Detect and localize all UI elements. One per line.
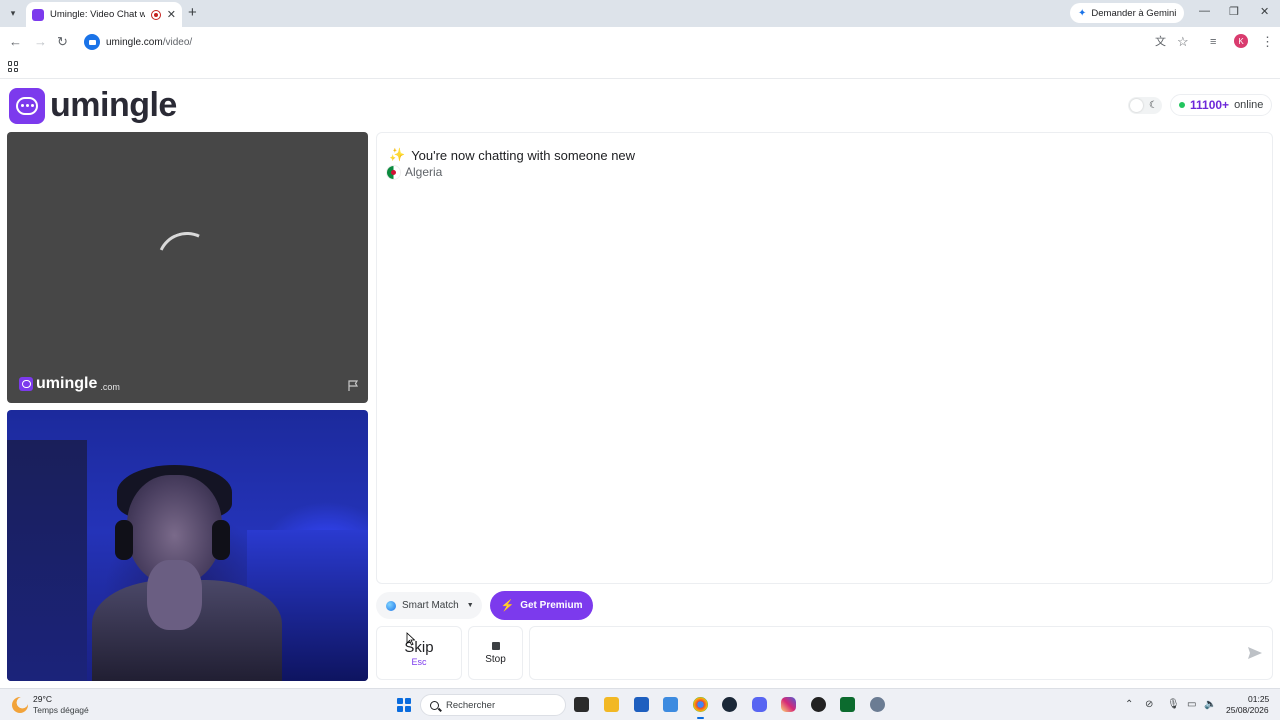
umingle-watermark: umingle .com — [19, 375, 120, 393]
bookmarks-bar — [0, 57, 1280, 79]
send-icon[interactable] — [1247, 646, 1263, 660]
match-mode-dropdown[interactable]: Smart Match ▼ — [376, 592, 482, 619]
weather-description[interactable]: Temps dégagé — [33, 705, 89, 715]
moon-icon: ☾ — [1149, 100, 1158, 111]
online-count: 11100+ — [1190, 98, 1230, 112]
watermark-domain: .com — [100, 381, 120, 392]
partner-country-label: Algeria — [405, 165, 443, 179]
chat-bubble-logo-icon — [9, 87, 45, 124]
recording-indicator-icon — [150, 9, 161, 20]
search-icon — [430, 700, 439, 710]
microphone-icon[interactable]: 🎙 — [1167, 699, 1180, 710]
watermark-text: umingle — [36, 375, 98, 392]
close-tab-icon[interactable]: ✕ — [167, 8, 176, 21]
message-input[interactable] — [529, 626, 1273, 680]
translate-icon[interactable]: ⽂ — [1155, 34, 1166, 50]
headphone-left — [115, 520, 133, 560]
match-mode-label: Smart Match — [402, 600, 459, 611]
windows-taskbar: 29°C Temps dégagé Rechercher ⌃ ⊘ 🎙 ▭ 🔈 0… — [0, 688, 1280, 720]
chevron-down-icon: ▼ — [466, 602, 474, 609]
tray-chevron-up-icon[interactable]: ⌃ — [1125, 699, 1133, 710]
forward-icon[interactable]: → — [34, 34, 47, 50]
ask-gemini-button[interactable]: ✦ Demander à Gemini — [1070, 3, 1185, 23]
gemini-sparkle-icon: ✦ — [1078, 7, 1087, 19]
minimize-window-icon[interactable]: — — [1199, 5, 1210, 17]
algeria-flag-icon — [387, 165, 400, 179]
volume-icon[interactable]: 🔈 — [1204, 699, 1216, 710]
clock-time[interactable]: 01:25 — [1248, 694, 1269, 704]
bookmark-star-icon[interactable]: ☆ — [1177, 34, 1189, 50]
settings-gear-icon[interactable] — [870, 697, 885, 712]
site-info-icon[interactable] — [84, 34, 100, 50]
partner-country: Algeria — [387, 165, 442, 179]
steam-icon[interactable] — [722, 697, 737, 712]
stop-icon — [491, 641, 500, 650]
weather-moon-icon[interactable] — [12, 697, 28, 713]
weather-temperature[interactable]: 29°C — [33, 694, 52, 704]
lightning-icon: ⚡ — [500, 600, 515, 612]
ask-gemini-label: Demander à Gemini — [1091, 7, 1177, 19]
umingle-favicon-icon — [32, 8, 44, 21]
online-status-icon — [1179, 102, 1185, 108]
get-premium-label: Get Premium — [520, 600, 583, 611]
chat-log: ✨ You're now chatting with someone new A… — [376, 132, 1273, 584]
mouse-pointer-icon — [406, 632, 416, 646]
microsoft-store-icon[interactable] — [634, 697, 649, 712]
reload-icon[interactable]: ↻ — [57, 34, 68, 50]
taskbar-search-placeholder: Rechercher — [446, 699, 496, 711]
url-text: umingle.com/video/ — [106, 37, 192, 48]
app-icon[interactable] — [811, 697, 826, 712]
terminal-app-icon[interactable] — [840, 697, 855, 712]
stop-button[interactable]: Stop — [468, 626, 523, 680]
tab-search-icon[interactable]: ▾ — [4, 4, 22, 22]
url-host: umingle.com — [106, 36, 163, 48]
headphone-right — [212, 520, 230, 560]
get-premium-button[interactable]: ⚡ Get Premium — [490, 591, 593, 620]
stop-label: Stop — [485, 653, 506, 665]
more-menu-icon[interactable]: ⋮ — [1261, 34, 1274, 50]
tray-network-icon[interactable]: ⊘ — [1145, 699, 1153, 710]
taskbar-search[interactable]: Rechercher — [420, 694, 566, 716]
restore-window-icon[interactable]: ❐ — [1229, 5, 1239, 18]
loading-spinner-icon — [148, 223, 226, 301]
instagram-icon[interactable] — [781, 697, 796, 712]
background-door — [7, 440, 87, 681]
new-tab-icon[interactable]: + — [188, 5, 197, 21]
windows-start-icon[interactable] — [397, 698, 411, 712]
stranger-video-panel: umingle .com — [7, 132, 368, 403]
watermark-logo-icon — [19, 377, 33, 391]
browser-toolbar: ← → ↻ umingle.com/video/ ⽂ ☆ ≡ ⋮ — [0, 27, 1280, 57]
umingle-logo[interactable]: umingle — [9, 86, 177, 125]
globe-icon — [386, 600, 396, 611]
tab-title: Umingle: Video Chat with S — [50, 9, 145, 20]
logo-text: umingle — [50, 86, 177, 124]
back-icon[interactable]: ← — [9, 34, 22, 50]
file-explorer-icon[interactable] — [604, 697, 619, 712]
media-control-icon[interactable]: ≡ — [1210, 34, 1216, 50]
task-view-icon[interactable] — [574, 697, 589, 712]
browser-tab-strip: ▾ Umingle: Video Chat with S ✕ + ✦ Deman… — [0, 0, 1280, 27]
skip-button[interactable]: Skip Esc — [376, 626, 462, 680]
online-counter: 11100+ online — [1170, 94, 1273, 116]
dark-mode-toggle[interactable]: ☾ — [1128, 97, 1162, 114]
close-window-icon[interactable]: ✕ — [1260, 5, 1269, 18]
report-flag-icon[interactable] — [347, 380, 359, 392]
display-icon[interactable]: ▭ — [1187, 699, 1196, 710]
sparkles-icon: ✨ — [389, 147, 406, 162]
chrome-icon[interactable] — [693, 697, 708, 719]
browser-tab-umingle[interactable]: Umingle: Video Chat with S ✕ — [26, 2, 182, 27]
system-message: ✨ You're now chatting with someone new — [389, 147, 635, 163]
outlook-icon[interactable] — [663, 697, 678, 712]
system-message-text: You're now chatting with someone new — [411, 147, 636, 163]
online-label: online — [1234, 99, 1264, 111]
profile-avatar[interactable]: K — [1234, 34, 1248, 48]
self-webcam-video — [7, 410, 368, 681]
discord-icon[interactable] — [752, 697, 767, 712]
person-hand — [147, 560, 202, 630]
url-path: /video/ — [162, 36, 193, 48]
address-bar[interactable]: umingle.com/video/ — [80, 31, 1200, 53]
clock-date[interactable]: 25/08/2026 — [1226, 705, 1269, 715]
skip-shortcut-hint: Esc — [411, 656, 427, 667]
apps-grid-icon[interactable] — [8, 61, 19, 72]
